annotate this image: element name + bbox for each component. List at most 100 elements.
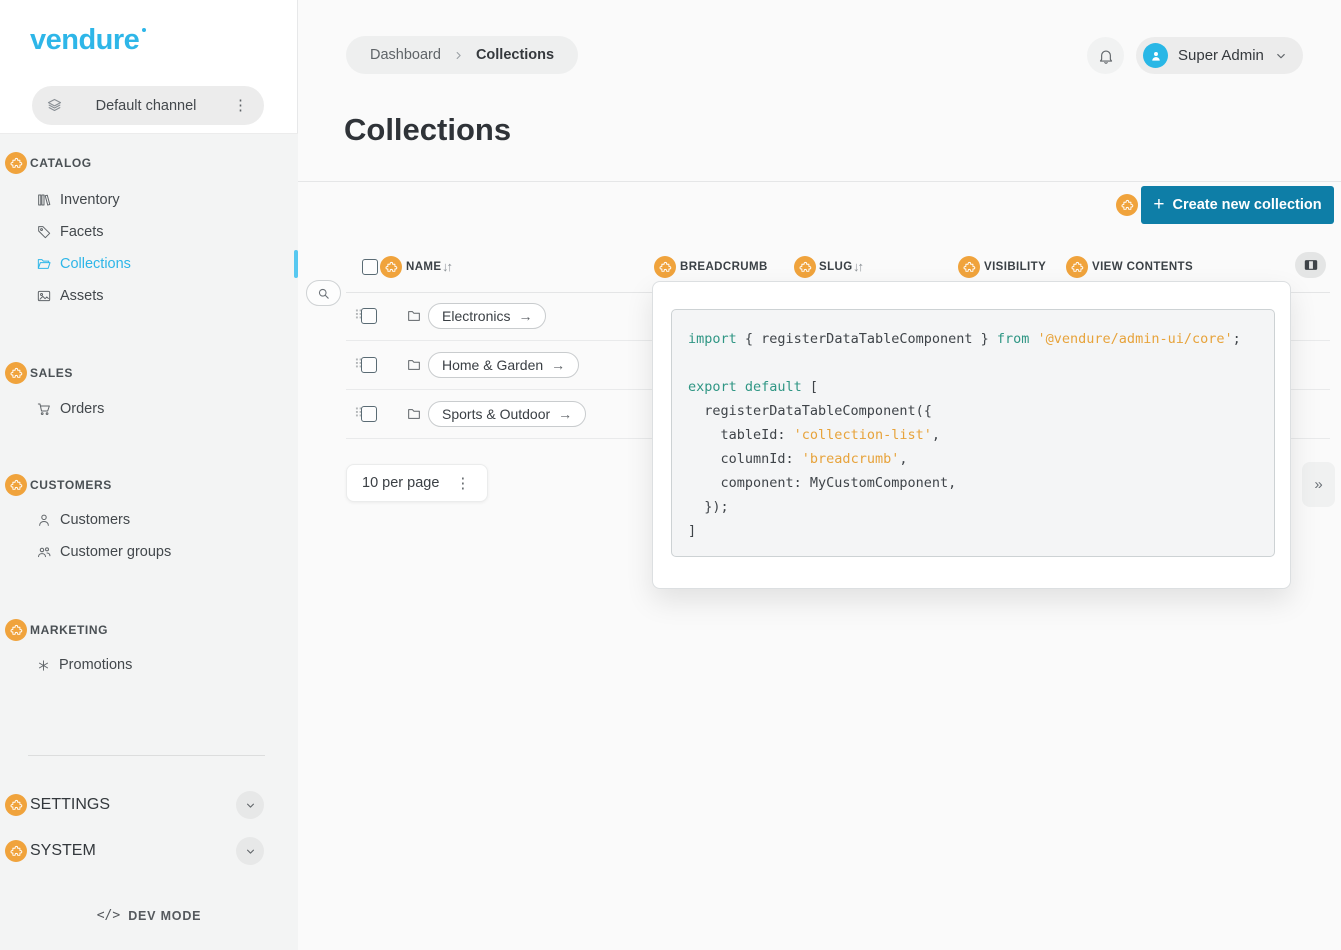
code-line: export default [ — [688, 375, 1274, 399]
plus-icon: + — [1153, 195, 1164, 214]
code-line: registerDataTableComponent({ — [688, 399, 1274, 423]
collection-link-home-garden[interactable]: Home & Garden → — [428, 352, 579, 378]
arrow-right-icon: → — [551, 357, 565, 373]
puzzle-icon — [10, 799, 23, 812]
person-icon — [1149, 49, 1163, 63]
items-per-page-select[interactable]: 10 per page ⋮ — [346, 464, 488, 502]
collection-link-electronics[interactable]: Electronics → — [428, 303, 546, 329]
devmode-extension-badge[interactable] — [5, 619, 27, 641]
devmode-extension-badge[interactable] — [654, 256, 676, 278]
channel-selector[interactable]: Default channel ⋮ — [32, 86, 264, 125]
channel-menu-kebab-icon[interactable]: ⋮ — [229, 96, 252, 115]
devmode-extension-badge[interactable] — [380, 256, 402, 278]
select-all-checkbox[interactable] — [362, 259, 378, 275]
section-header-catalog: CATALOG — [5, 152, 92, 174]
double-chevron-right-icon: » — [1314, 476, 1322, 493]
devmode-code-popup: import { registerDataTableComponent } fr… — [652, 281, 1291, 589]
column-header-visibility[interactable]: VISIBILITY — [984, 261, 1046, 273]
column-header-slug[interactable]: SLUG — [819, 261, 853, 273]
avatar — [1143, 43, 1168, 68]
folder-icon — [406, 357, 422, 373]
sidebar: vendure Default channel ⋮ CATALOG Inv — [0, 0, 298, 950]
header-divider — [298, 181, 1341, 182]
settings-expand-button[interactable] — [236, 791, 264, 819]
puzzle-icon — [10, 367, 23, 380]
column-header-view-contents[interactable]: VIEW CONTENTS — [1092, 261, 1193, 273]
sidebar-item-facets[interactable]: Facets — [0, 216, 298, 248]
column-header-breadcrumb[interactable]: BREADCRUMB — [680, 261, 768, 273]
puzzle-icon — [963, 261, 976, 274]
row-checkbox[interactable] — [361, 357, 377, 373]
puzzle-icon — [799, 261, 812, 274]
arrow-right-icon: → — [558, 406, 572, 422]
inventory-icon — [36, 192, 52, 208]
devmode-extension-badge[interactable] — [794, 256, 816, 278]
notifications-button[interactable] — [1087, 37, 1124, 74]
arrow-right-icon: → — [518, 308, 532, 324]
create-button-label: Create new collection — [1173, 197, 1322, 213]
dev-mode-toggle[interactable]: </> DEV MODE — [0, 908, 298, 923]
sidebar-divider — [28, 755, 265, 756]
folder-open-icon — [36, 256, 52, 272]
sort-icon[interactable]: ↓↑ — [442, 259, 451, 274]
system-expand-button[interactable] — [236, 837, 264, 865]
code-line: ] — [688, 519, 1274, 543]
puzzle-icon — [1121, 199, 1134, 212]
breadcrumb-dashboard[interactable]: Dashboard — [370, 47, 441, 63]
collection-name: Sports & Outdoor — [442, 406, 550, 422]
collection-name: Home & Garden — [442, 357, 543, 373]
section-label: CUSTOMERS — [30, 478, 112, 492]
vendure-admin-app: vendure Default channel ⋮ CATALOG Inv — [0, 0, 1341, 950]
user-icon — [36, 512, 52, 528]
breadcrumb-collections[interactable]: Collections — [476, 47, 554, 63]
sidebar-item-customer-groups[interactable]: Customer groups — [0, 536, 298, 568]
sidebar-item-collections[interactable]: Collections — [0, 248, 298, 280]
logo-trademark-dot — [142, 28, 146, 32]
puzzle-icon — [1071, 261, 1084, 274]
devmode-extension-badge[interactable] — [958, 256, 980, 278]
devmode-extension-badge[interactable] — [5, 152, 27, 174]
sidebar-item-orders[interactable]: Orders — [0, 393, 298, 425]
devmode-extension-badge[interactable] — [1116, 194, 1138, 216]
collection-name: Electronics — [442, 308, 510, 324]
devmode-extension-badge[interactable] — [5, 840, 27, 862]
column-header-name[interactable]: NAME — [406, 261, 441, 273]
breadcrumb: Dashboard Collections — [346, 36, 578, 74]
cart-icon — [36, 401, 52, 417]
sidebar-item-assets[interactable]: Assets — [0, 280, 298, 312]
tag-icon — [36, 224, 52, 240]
sidebar-item-label: Customer groups — [60, 544, 171, 560]
pagination-next-button[interactable]: » — [1302, 462, 1335, 507]
section-label: CATALOG — [30, 156, 92, 170]
vendure-logo-text: vendure — [30, 24, 139, 56]
code-brackets-icon: </> — [97, 908, 120, 923]
create-new-collection-button[interactable]: + Create new collection — [1141, 186, 1334, 224]
sidebar-item-label: Inventory — [60, 192, 120, 208]
section-label: SALES — [30, 366, 73, 380]
search-toggle-button[interactable] — [306, 280, 341, 306]
sidebar-item-promotions[interactable]: Promotions — [0, 649, 298, 681]
sidebar-item-inventory[interactable]: Inventory — [0, 184, 298, 216]
devmode-extension-badge[interactable] — [5, 362, 27, 384]
row-checkbox[interactable] — [361, 308, 377, 324]
devmode-extension-badge[interactable] — [5, 474, 27, 496]
row-checkbox[interactable] — [361, 406, 377, 422]
code-snippet: import { registerDataTableComponent } fr… — [671, 309, 1275, 557]
puzzle-icon — [10, 845, 23, 858]
search-icon — [316, 286, 331, 301]
column-settings-button[interactable] — [1295, 252, 1326, 278]
puzzle-icon — [659, 261, 672, 274]
per-page-kebab-icon: ⋮ — [451, 474, 474, 493]
devmode-extension-badge[interactable] — [1066, 256, 1088, 278]
code-line: columnId: 'breadcrumb', — [688, 447, 1274, 471]
table-columns-icon — [1303, 257, 1319, 273]
vendure-logo[interactable]: vendure — [30, 24, 139, 57]
sidebar-item-label: Customers — [60, 512, 130, 528]
collection-link-sports-outdoor[interactable]: Sports & Outdoor → — [428, 401, 586, 427]
folder-icon — [406, 406, 422, 422]
sidebar-item-customers[interactable]: Customers — [0, 504, 298, 536]
chevron-down-icon — [1274, 49, 1288, 63]
sort-icon[interactable]: ↓↑ — [853, 259, 862, 274]
devmode-extension-badge[interactable] — [5, 794, 27, 816]
user-menu[interactable]: Super Admin — [1136, 37, 1303, 74]
